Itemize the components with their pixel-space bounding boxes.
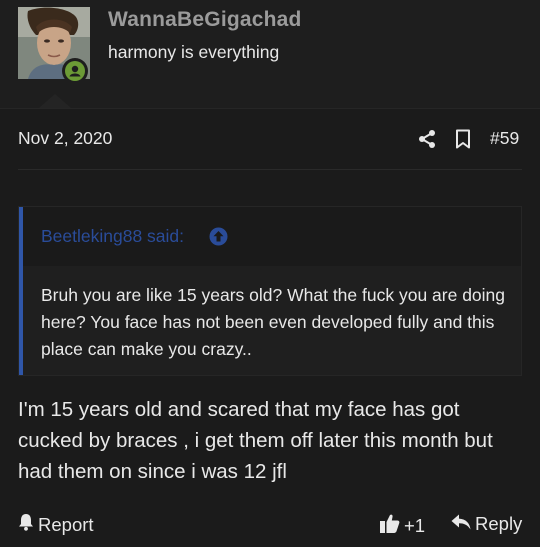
- post-date-link[interactable]: Nov 2, 2020: [18, 128, 112, 149]
- quote-author-link[interactable]: Beetleking88 said:: [41, 226, 184, 247]
- divider: [0, 108, 540, 109]
- report-label: Report: [38, 513, 94, 535]
- username-link[interactable]: WannaBeGigachad: [108, 8, 302, 32]
- divider: [18, 169, 522, 170]
- header-pointer: [39, 94, 71, 108]
- like-count: +1: [404, 514, 426, 536]
- arrow-up-circle-icon[interactable]: [209, 227, 228, 251]
- quote-header: Beetleking88 said:: [23, 207, 521, 266]
- user-online-icon: [62, 58, 88, 84]
- quote-block: Beetleking88 said: Bruh you are like 15 …: [18, 206, 522, 376]
- bell-icon: [18, 513, 34, 536]
- post-user-header: WannaBeGigachad harmony is everything: [0, 0, 540, 108]
- share-icon[interactable]: [417, 129, 437, 154]
- report-button[interactable]: Report: [18, 513, 94, 536]
- bookmark-icon[interactable]: [455, 129, 471, 154]
- post-message: I'm 15 years old and scared that my face…: [18, 398, 493, 483]
- reply-button[interactable]: Reply: [451, 513, 522, 535]
- reply-icon: [451, 513, 471, 535]
- reply-label: Reply: [475, 513, 523, 534]
- post-number-link[interactable]: #59: [490, 128, 519, 149]
- user-title: harmony is everything: [108, 42, 280, 62]
- quote-text: Bruh you are like 15 years old? What the…: [41, 285, 506, 359]
- thumbs-up-icon: [380, 513, 400, 538]
- like-button[interactable]: +1: [380, 513, 425, 538]
